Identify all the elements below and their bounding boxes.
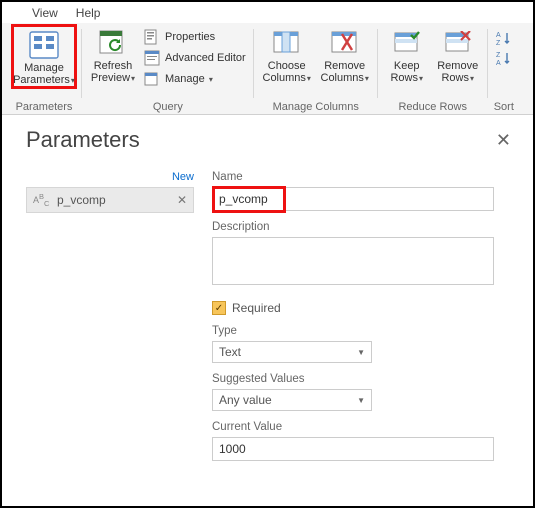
remove-rows-label: Remove Rows▾ [437,60,478,84]
sort-asc-icon: AZ [496,30,512,46]
description-input[interactable] [212,237,494,285]
sort-desc-button[interactable]: ZA [494,49,514,67]
ribbon-group-parameters: Manage Parameters▾ Parameters [6,23,82,114]
suggested-values-label: Suggested Values [212,373,515,385]
ribbon-group-label-query: Query [153,101,183,114]
ribbon-group-query: Refresh Preview▾ Properties Advanced Edi… [82,23,254,114]
name-input-wrap [212,187,494,211]
ribbon-group-label-manage-columns: Manage Columns [273,101,359,114]
refresh-icon [97,28,129,58]
ribbon-group-manage-columns: Choose Columns▾ Remove Columns▾ Manage C… [254,23,378,114]
ribbon-group-label-sort: Sort [494,101,514,114]
svg-text:A: A [496,60,501,66]
name-input[interactable] [213,188,493,210]
manage-icon [144,71,160,87]
remove-columns-label: Remove Columns▾ [321,60,369,84]
choose-columns-button[interactable]: Choose Columns▾ [260,25,314,84]
ribbon: Manage Parameters▾ Parameters Refresh Pr… [2,23,533,115]
refresh-preview-label: Refresh Preview▾ [91,60,135,84]
suggested-values-select[interactable]: Any value ▼ [212,389,372,411]
manage-parameters-button[interactable]: Manage Parameters▾ [11,24,77,89]
new-parameter-link[interactable]: New [26,171,194,183]
parameter-form: Name Description ✓ Required Type Text ▼ … [212,171,515,461]
menu-view[interactable]: View [32,6,58,20]
manage-parameters-icon [28,30,60,60]
svg-text:Z: Z [496,52,501,59]
manage-query-button[interactable]: Manage ▾ [142,70,248,88]
dialog-title: Parameters [26,127,140,153]
keep-rows-label: Keep Rows▾ [390,60,423,84]
delete-parameter-button[interactable]: ✕ [177,193,187,207]
sort-asc-button[interactable]: AZ [494,29,514,47]
choose-columns-icon [271,28,303,58]
name-label: Name [212,171,515,183]
menu-bar: View Help [2,2,533,23]
parameters-dialog: Parameters ✕ New ABC p_vcomp ✕ Name Desc… [2,115,533,471]
parameter-name: p_vcomp [57,193,106,207]
remove-columns-icon [329,28,361,58]
sort-desc-icon: ZA [496,50,512,66]
properties-icon [144,29,160,45]
manage-parameters-label: Manage Parameters▾ [13,62,75,86]
text-type-icon: ABC [33,192,51,208]
ribbon-group-label-parameters: Parameters [16,101,73,114]
svg-text:A: A [496,32,501,39]
advanced-editor-icon [144,50,160,66]
advanced-editor-button[interactable]: Advanced Editor [142,49,248,67]
ribbon-group-label-reduce-rows: Reduce Rows [398,101,466,114]
ribbon-group-sort: AZ ZA Sort [488,23,516,114]
chevron-down-icon: ▼ [357,396,365,405]
ribbon-group-reduce-rows: Keep Rows▾ Remove Rows▾ Reduce Rows [378,23,488,114]
parameter-list-item[interactable]: ABC p_vcomp ✕ [26,187,194,213]
required-row[interactable]: ✓ Required [212,301,515,315]
current-value-label: Current Value [212,421,515,433]
remove-columns-button[interactable]: Remove Columns▾ [318,25,372,84]
choose-columns-label: Choose Columns▾ [263,60,311,84]
type-label: Type [212,325,515,337]
remove-rows-icon [442,28,474,58]
required-checkbox[interactable]: ✓ [212,301,226,315]
keep-rows-icon [391,28,423,58]
current-value-input[interactable] [212,437,494,461]
required-label: Required [232,301,281,315]
close-button[interactable]: ✕ [492,130,515,151]
properties-button[interactable]: Properties [142,28,248,46]
remove-rows-button[interactable]: Remove Rows▾ [434,25,482,84]
chevron-down-icon: ▼ [357,348,365,357]
refresh-preview-button[interactable]: Refresh Preview▾ [88,25,138,84]
parameter-list: New ABC p_vcomp ✕ [26,171,194,461]
description-label: Description [212,221,515,233]
keep-rows-button[interactable]: Keep Rows▾ [384,25,430,84]
type-select[interactable]: Text ▼ [212,341,372,363]
menu-help[interactable]: Help [76,6,101,20]
svg-text:Z: Z [496,40,501,46]
